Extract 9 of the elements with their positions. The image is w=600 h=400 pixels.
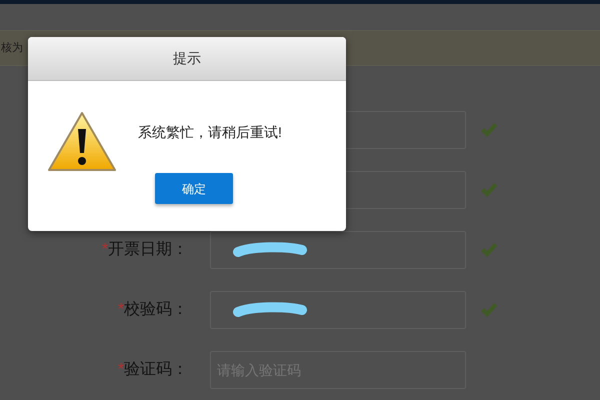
dialog-title: 提示 xyxy=(173,49,201,68)
dialog-message: 系统繁忙，请稍后重试! xyxy=(138,123,282,142)
required-mark: * xyxy=(118,360,124,380)
field-label: 校验码： xyxy=(124,300,188,320)
notice-text: 核为 xyxy=(1,40,23,56)
field-label: 开票日期： xyxy=(108,240,188,260)
field-label: 验证码： xyxy=(124,360,188,380)
required-mark: * xyxy=(118,300,124,320)
required-mark: * xyxy=(102,240,108,260)
